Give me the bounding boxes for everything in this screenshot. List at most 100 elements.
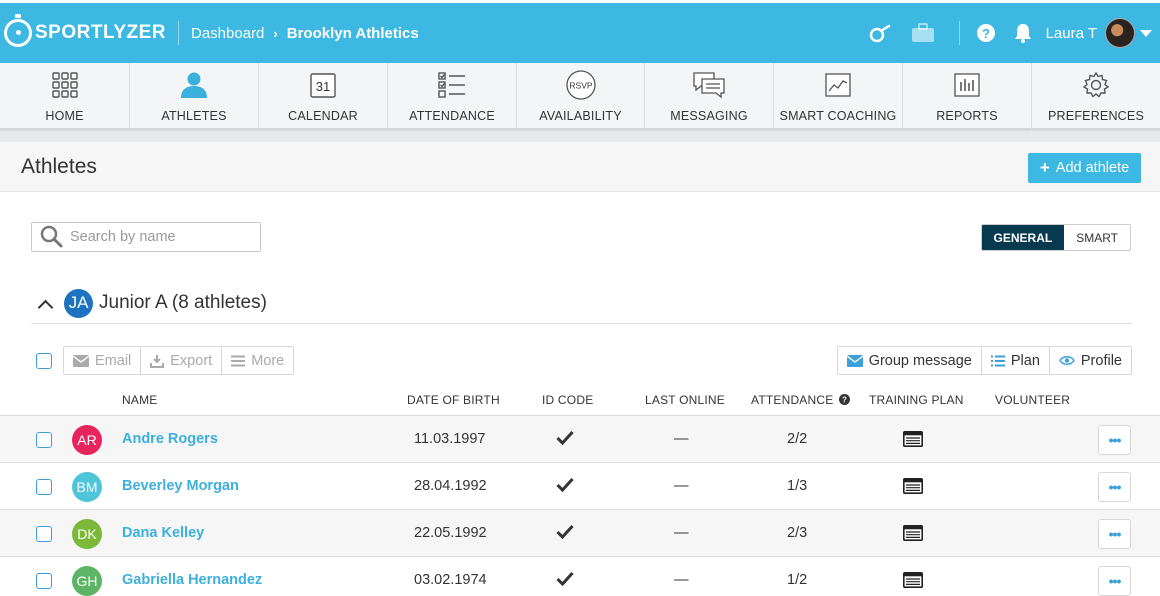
group-message-button[interactable]: Group message (838, 347, 982, 374)
nav-preferences[interactable]: PREFERENCES (1032, 63, 1160, 131)
header-divider-right (958, 21, 960, 45)
row-checkbox[interactable] (36, 573, 52, 589)
email-button[interactable]: Email (64, 347, 142, 374)
group-message-label: Group message (868, 352, 972, 369)
row-actions-button[interactable]: ••• (1098, 472, 1131, 502)
whistle-icon[interactable] (869, 23, 891, 43)
group-badge: JA (64, 288, 93, 318)
chart-icon (825, 70, 851, 100)
plan-button[interactable]: Plan (982, 347, 1050, 374)
column-header-last-online[interactable]: LAST ONLINE (645, 393, 725, 407)
row-checkbox[interactable] (36, 479, 52, 495)
export-button[interactable]: Export (141, 347, 223, 374)
checkmark-icon (556, 571, 574, 591)
logo[interactable]: SPORTLYZER (4, 14, 166, 47)
athlete-name-link[interactable]: Andre Rogers (122, 431, 218, 447)
add-athlete-label: Add athlete (1055, 160, 1130, 176)
nav-home-label: HOME (45, 109, 84, 123)
athlete-avatar[interactable]: DK (72, 519, 102, 549)
logo-text: SPORTLYZER (35, 22, 166, 43)
menu-icon (231, 355, 246, 367)
email-label: Email (95, 352, 132, 369)
row-actions-button[interactable]: ••• (1098, 519, 1131, 549)
profile-button[interactable]: Profile (1050, 347, 1131, 374)
athlete-avatar[interactable]: AR (72, 425, 102, 455)
training-plan-icon[interactable] (903, 431, 923, 452)
date-of-birth: 11.03.1997 (414, 431, 486, 447)
user-avatar[interactable] (1105, 18, 1135, 48)
svg-text:?: ? (842, 396, 847, 405)
group-header: JA Junior A (8 athletes) (31, 283, 1132, 324)
nav-availability[interactable]: RSVP AVAILABILITY (517, 63, 645, 131)
smart-view-button[interactable]: SMART (1064, 225, 1130, 250)
athlete-name-link[interactable]: Beverley Morgan (122, 478, 239, 494)
column-header-volunteer[interactable]: VOLUNTEER (995, 393, 1070, 407)
search-input[interactable]: Search by name (31, 222, 261, 252)
athlete-avatar[interactable]: BM (72, 472, 102, 502)
bell-icon[interactable] (1014, 23, 1032, 43)
chevron-up-icon[interactable] (37, 299, 54, 316)
gear-icon (1082, 70, 1110, 100)
last-online: — (674, 478, 689, 494)
breadcrumb-current[interactable]: Brooklyn Athletics (287, 25, 419, 42)
plus-icon: + (1039, 158, 1050, 177)
column-header-name[interactable]: NAME (122, 393, 157, 407)
more-button[interactable]: More (222, 347, 293, 374)
nav-attendance[interactable]: ATTENDANCE (388, 63, 517, 131)
breadcrumb-dashboard[interactable]: Dashboard (191, 25, 264, 42)
nav-smart-coaching[interactable]: SMART COACHING (774, 63, 903, 131)
column-header-id-code[interactable]: ID CODE (542, 393, 593, 407)
row-actions-button[interactable]: ••• (1098, 566, 1131, 596)
athlete-avatar[interactable]: GH (72, 566, 102, 596)
download-icon (150, 354, 165, 368)
add-athlete-button[interactable]: + Add athlete (1028, 153, 1141, 183)
help-icon[interactable]: ? (976, 23, 996, 43)
briefcase-icon[interactable] (911, 23, 935, 43)
nav-calendar-label: CALENDAR (288, 109, 358, 123)
last-online: — (674, 431, 689, 447)
training-plan-icon[interactable] (903, 525, 923, 546)
export-label: Export (170, 352, 213, 369)
nav-reports[interactable]: REPORTS (903, 63, 1032, 131)
column-header-dob[interactable]: DATE OF BIRTH (407, 393, 500, 407)
search-icon (40, 225, 63, 248)
page-header: Athletes + Add athlete (0, 142, 1160, 192)
select-all-checkbox[interactable] (36, 353, 52, 369)
table-row[interactable]: AR Andre Rogers 11.03.1997 — 2/2 ••• (0, 416, 1160, 463)
user-name[interactable]: Laura T (1046, 25, 1097, 42)
date-of-birth: 28.04.1992 (414, 478, 487, 494)
header-actions: ? Laura T (869, 3, 1160, 63)
list-icon (990, 355, 1005, 367)
calendar-icon-day: 31 (316, 79, 330, 94)
last-online: — (674, 572, 689, 588)
help-icon[interactable]: ? (839, 394, 850, 405)
search-placeholder: Search by name (70, 229, 176, 245)
athlete-name-link[interactable]: Dana Kelley (122, 525, 204, 541)
row-checkbox[interactable] (36, 526, 52, 542)
checklist-icon (438, 70, 466, 100)
column-header-attendance-label: ATTENDANCE (751, 393, 834, 407)
row-actions-button[interactable]: ••• (1098, 425, 1131, 455)
column-header-attendance[interactable]: ATTENDANCE ? (751, 393, 850, 407)
column-header-training-plan[interactable]: TRAINING PLAN (869, 393, 964, 407)
row-checkbox[interactable] (36, 432, 52, 448)
profile-label: Profile (1080, 352, 1122, 369)
table-row[interactable]: DK Dana Kelley 22.05.1992 — 2/3 ••• (0, 510, 1160, 557)
nav-home[interactable]: HOME (0, 63, 130, 131)
general-view-button[interactable]: GENERAL (981, 225, 1065, 250)
table-row[interactable]: GH Gabriella Hernandez 03.02.1974 — 1/2 ••• (0, 557, 1160, 596)
envelope-icon (73, 354, 89, 367)
person-icon (180, 70, 208, 100)
training-plan-icon[interactable] (903, 478, 923, 499)
page-title: Athletes (21, 154, 97, 178)
training-plan-icon[interactable] (903, 572, 923, 593)
plan-label: Plan (1010, 352, 1040, 369)
athlete-name-link[interactable]: Gabriella Hernandez (122, 572, 262, 588)
group-title[interactable]: Junior A (8 athletes) (99, 292, 267, 314)
table-row[interactable]: BM Beverley Morgan 28.04.1992 — 1/3 ••• (0, 463, 1160, 510)
grid-icon (51, 70, 78, 100)
nav-athletes[interactable]: ATHLETES (130, 63, 259, 131)
chevron-down-icon[interactable] (1140, 29, 1152, 37)
nav-messaging[interactable]: MESSAGING (645, 63, 774, 131)
nav-calendar[interactable]: 31 CALENDAR (259, 63, 388, 131)
